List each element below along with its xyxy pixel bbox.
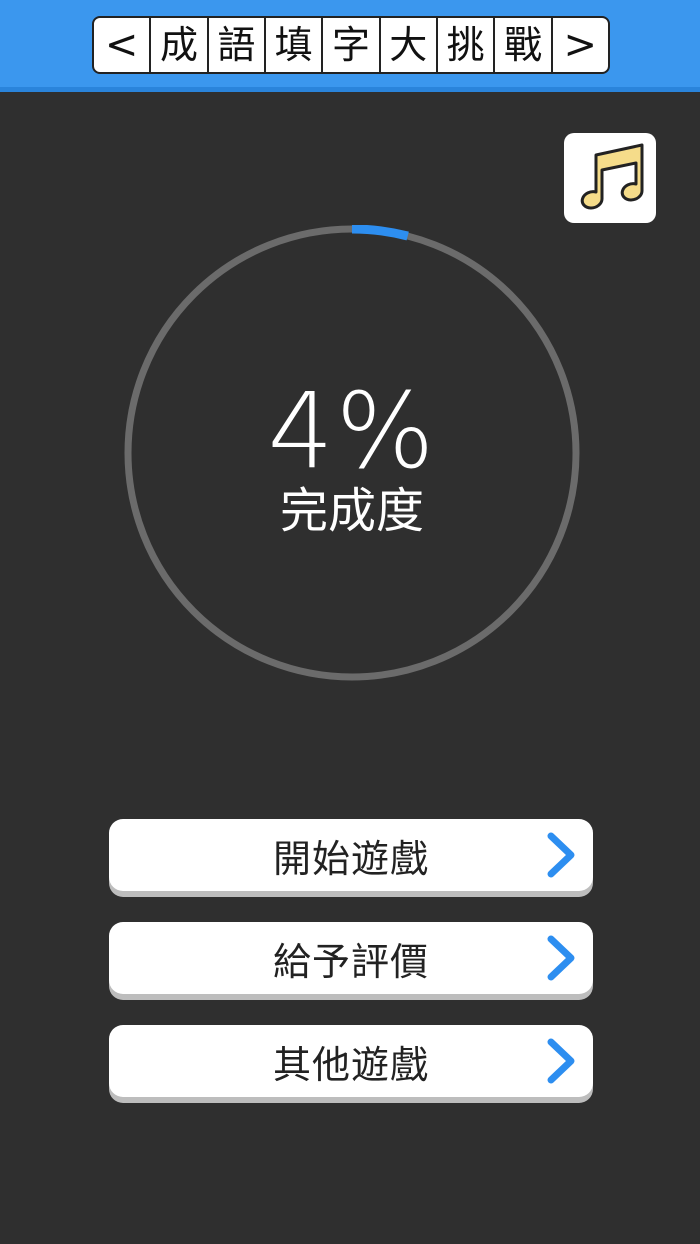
title-char-3: 填: [266, 18, 324, 72]
chevron-right-icon: [547, 1038, 575, 1084]
rate-app-label: 給予評價: [272, 939, 429, 984]
start-game-label: 開始遊戲: [272, 836, 429, 881]
title-char-1: 成: [151, 18, 209, 72]
progress-readout: 4% 完成度: [124, 225, 580, 681]
title-char-5: 大: [381, 18, 438, 72]
title-char-2: 語: [209, 18, 266, 72]
other-games-button[interactable]: 其他遊戲: [109, 1025, 593, 1097]
game-title: < 成 語 填 字 大 挑 戰 >: [92, 16, 610, 74]
music-toggle-button[interactable]: [564, 133, 656, 223]
completion-label: 完成度: [279, 483, 424, 539]
title-char-7: 戰: [495, 18, 553, 72]
rate-app-button[interactable]: 給予評價: [109, 922, 593, 994]
next-button[interactable]: >: [553, 18, 608, 72]
other-games-label: 其他遊戲: [272, 1042, 429, 1087]
prev-button[interactable]: <: [94, 18, 152, 72]
title-char-4: 字: [323, 18, 381, 72]
chevron-right-icon: [547, 832, 575, 878]
completion-percent: 4%: [267, 370, 437, 492]
title-char-6: 挑: [438, 18, 496, 72]
chevron-right-icon: [547, 935, 575, 981]
music-note-icon: [580, 143, 644, 210]
header-bar: < 成 語 填 字 大 挑 戰 >: [0, 0, 700, 92]
start-game-button[interactable]: 開始遊戲: [109, 819, 593, 891]
